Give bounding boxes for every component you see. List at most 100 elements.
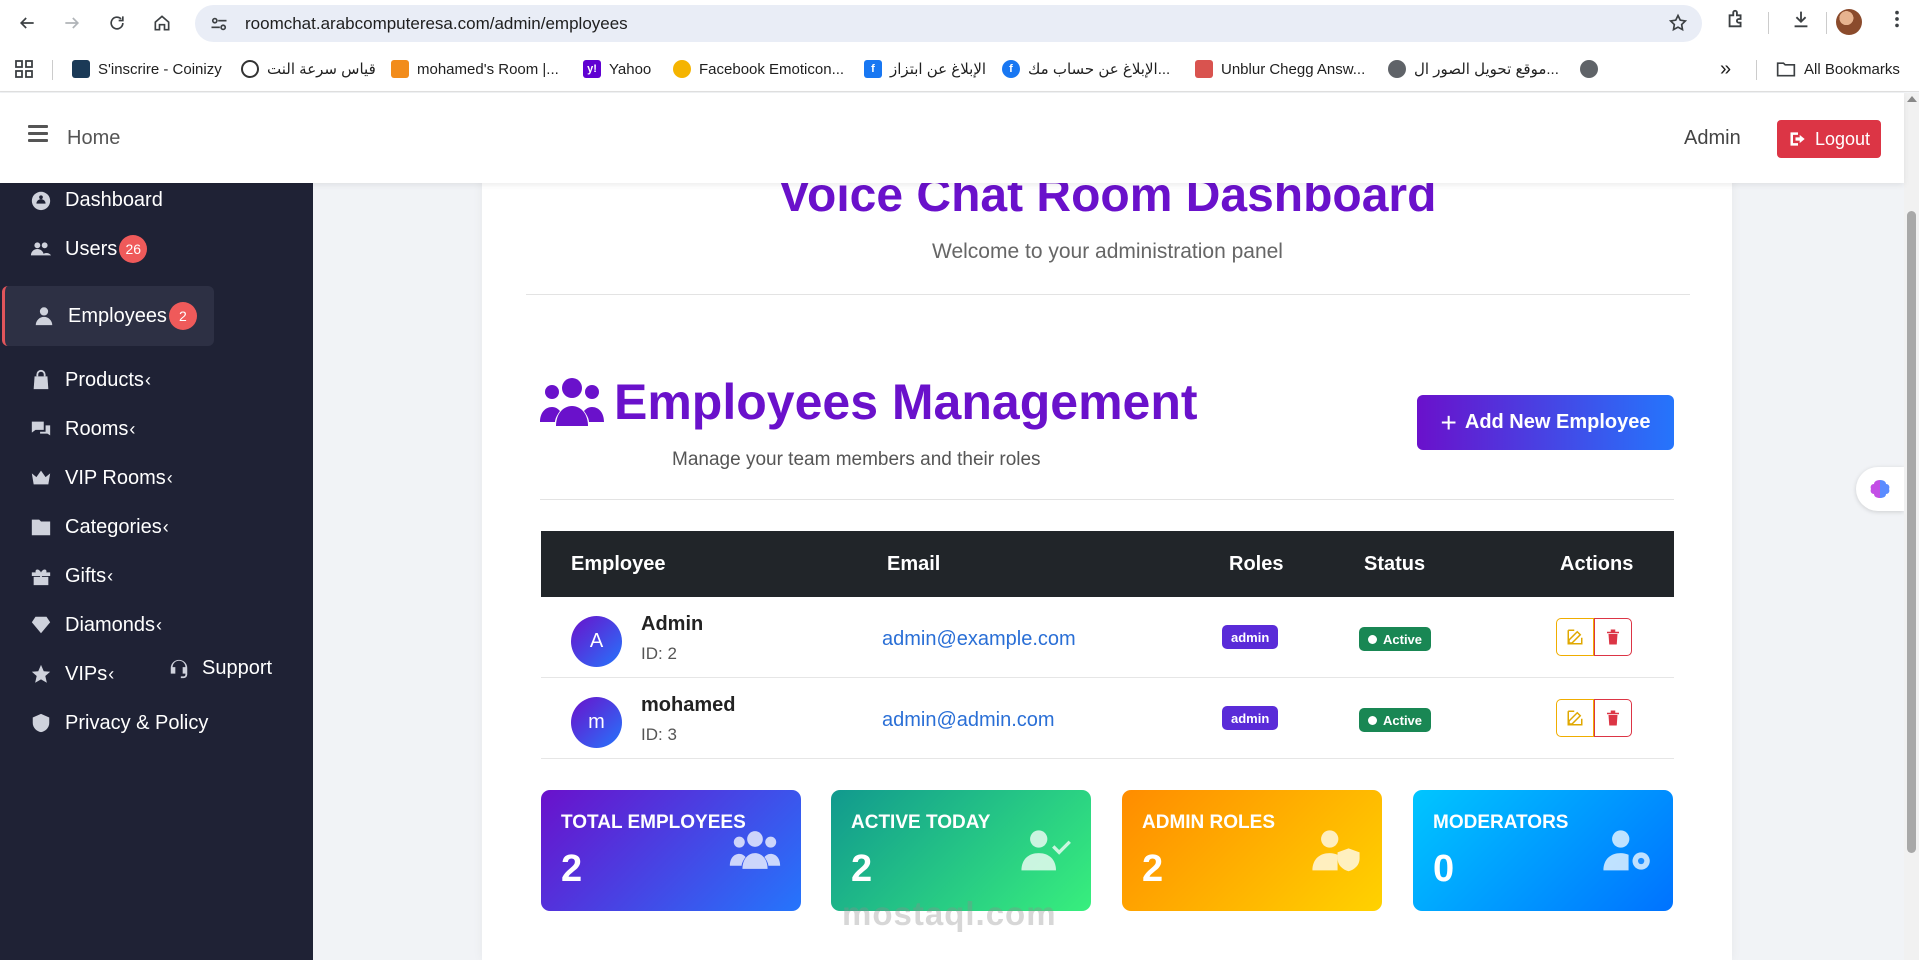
bookmark-item[interactable]: y! Yahoo	[583, 58, 651, 80]
back-icon[interactable]	[12, 8, 42, 38]
status-badge: Active	[1359, 627, 1432, 651]
delete-button[interactable]	[1594, 618, 1632, 656]
column-header[interactable]: Status	[1364, 553, 1425, 576]
sidebar-item-diamonds[interactable]: Diamonds ‹	[30, 608, 162, 642]
edit-button[interactable]	[1556, 699, 1594, 737]
chevron-left-icon: ‹	[144, 369, 151, 390]
headset-icon	[170, 659, 188, 678]
ai-assistant-button[interactable]	[1856, 467, 1904, 511]
extensions-icon[interactable]	[1725, 8, 1747, 35]
employee-email-link[interactable]: admin@admin.com	[882, 709, 1055, 732]
sidebar-item-vips[interactable]: VIPs ‹	[30, 657, 114, 691]
user-shield-icon	[1312, 830, 1360, 872]
column-header[interactable]: Email	[887, 553, 940, 576]
toolbar-divider	[1826, 12, 1827, 34]
hamburger-menu-icon[interactable]	[28, 125, 48, 143]
bookmark-item[interactable]: S'inscrire - Coinizy	[72, 58, 222, 80]
employees-title: Employees Management	[540, 373, 1198, 431]
employee-id: ID: 3	[641, 725, 677, 744]
sidebar-item-employees[interactable]: Employees 2	[2, 286, 214, 346]
divider	[540, 499, 1674, 500]
bookmark-item[interactable]: Unblur Chegg Answ...	[1195, 58, 1365, 80]
support-link[interactable]: Support	[168, 657, 272, 680]
menu-dots-icon[interactable]	[1886, 8, 1908, 35]
stat-card-total-employees: TOTAL EMPLOYEES 2	[541, 790, 801, 911]
bookmark-favicon	[241, 60, 259, 78]
more-bookmarks-button[interactable]: »	[1720, 58, 1731, 80]
browser-toolbar: roomchat.arabcomputeresa.com/admin/emplo…	[0, 0, 1919, 46]
table-row: m mohamed ID: 3 admin@admin.com admin Ac…	[541, 678, 1674, 759]
apps-grid-icon[interactable]	[14, 58, 34, 80]
globe-icon	[1388, 60, 1406, 78]
scrollbar-thumb[interactable]	[1907, 211, 1916, 853]
site-settings-icon[interactable]	[209, 14, 229, 34]
sidebar: Dashboard Users 26 Employees 2 Products ‹…	[0, 183, 313, 960]
sidebar-item-categories[interactable]: Categories ‹	[30, 510, 169, 544]
bookmark-item[interactable]: mohamed's Room |...	[391, 58, 559, 80]
folder-icon	[31, 519, 51, 536]
download-icon[interactable]	[1790, 8, 1812, 35]
employee-icon	[35, 307, 53, 326]
chevron-left-icon: ‹	[129, 418, 136, 439]
bookmark-item[interactable]	[1580, 58, 1606, 80]
home-link[interactable]: Home	[67, 127, 120, 150]
sidebar-item-products[interactable]: Products ‹	[30, 363, 151, 397]
app-header: Home Admin Logout	[0, 93, 1904, 183]
trash-icon	[1607, 629, 1619, 645]
bookmark-favicon	[72, 60, 90, 78]
chevron-left-icon: ‹	[156, 614, 163, 635]
table-row: A Admin ID: 2 admin@example.com admin Ac…	[541, 597, 1674, 678]
chevron-left-icon: ‹	[162, 516, 169, 537]
scroll-up-arrow-icon[interactable]	[1907, 96, 1917, 102]
stat-card-moderators: MODERATORS 0	[1413, 790, 1673, 911]
sidebar-item-privacy[interactable]: Privacy & Policy	[30, 706, 208, 740]
chat-icon	[31, 421, 51, 436]
logout-button[interactable]: Logout	[1777, 120, 1881, 158]
current-user-label: Admin	[1684, 127, 1741, 149]
stat-card-active-today: ACTIVE TODAY 2	[831, 790, 1091, 911]
books-icon	[1195, 60, 1213, 78]
employee-email-link[interactable]: admin@example.com	[882, 628, 1076, 651]
add-employee-button[interactable]: + Add New Employee	[1417, 395, 1674, 450]
edit-icon	[1567, 710, 1583, 726]
column-header[interactable]: Roles	[1229, 553, 1283, 576]
role-badge: admin	[1222, 625, 1279, 649]
delete-button[interactable]	[1594, 699, 1632, 737]
forward-icon[interactable]	[57, 8, 87, 38]
sidebar-item-rooms[interactable]: Rooms ‹	[30, 412, 135, 446]
bookmark-divider	[52, 60, 53, 80]
edit-button[interactable]	[1556, 618, 1594, 656]
url-text[interactable]: roomchat.arabcomputeresa.com/admin/emplo…	[245, 14, 628, 34]
plus-icon: +	[1440, 406, 1457, 438]
bookmark-item[interactable]: f الإبلاغ عن حساب مك...	[1002, 58, 1170, 80]
toolbar-divider	[1768, 12, 1769, 34]
bookmark-star-icon[interactable]	[1668, 13, 1688, 33]
bag-icon	[33, 369, 49, 390]
logout-icon	[1790, 132, 1805, 146]
crown-icon	[31, 470, 51, 485]
profile-avatar[interactable]	[1836, 9, 1862, 35]
reload-icon[interactable]	[102, 8, 132, 38]
all-bookmarks-button[interactable]: All Bookmarks	[1776, 58, 1900, 80]
chevron-left-icon: ‹	[166, 467, 173, 488]
sidebar-item-vip-rooms[interactable]: VIP Rooms ‹	[30, 461, 173, 495]
user-check-icon	[1021, 830, 1071, 871]
shield-icon	[32, 713, 50, 733]
scrollbar[interactable]	[1904, 93, 1919, 960]
bookmark-item[interactable]: موقع تحويل الصور ال...	[1388, 58, 1559, 80]
bookmark-item[interactable]: قياس سرعة النت	[241, 58, 376, 80]
chevron-left-icon: ‹	[107, 565, 114, 586]
bookmarks-bar: S'inscrire - Coinizy قياس سرعة النت moha…	[0, 46, 1919, 92]
chevron-left-icon: ‹	[108, 663, 115, 684]
column-header[interactable]: Actions	[1560, 553, 1633, 576]
gift-icon	[31, 569, 51, 586]
yahoo-icon: y!	[583, 60, 601, 78]
address-bar[interactable]: roomchat.arabcomputeresa.com/admin/emplo…	[195, 5, 1702, 42]
sidebar-item-gifts[interactable]: Gifts ‹	[30, 559, 113, 593]
facebook-icon: f	[864, 60, 882, 78]
home-icon[interactable]	[147, 8, 177, 38]
column-header[interactable]: Employee	[571, 553, 665, 576]
bookmark-item[interactable]: Facebook Emoticon...	[673, 58, 844, 80]
employees-subtitle: Manage your team members and their roles	[672, 449, 1041, 470]
bookmark-item[interactable]: f الإبلاغ عن ابتزاز	[864, 58, 986, 80]
